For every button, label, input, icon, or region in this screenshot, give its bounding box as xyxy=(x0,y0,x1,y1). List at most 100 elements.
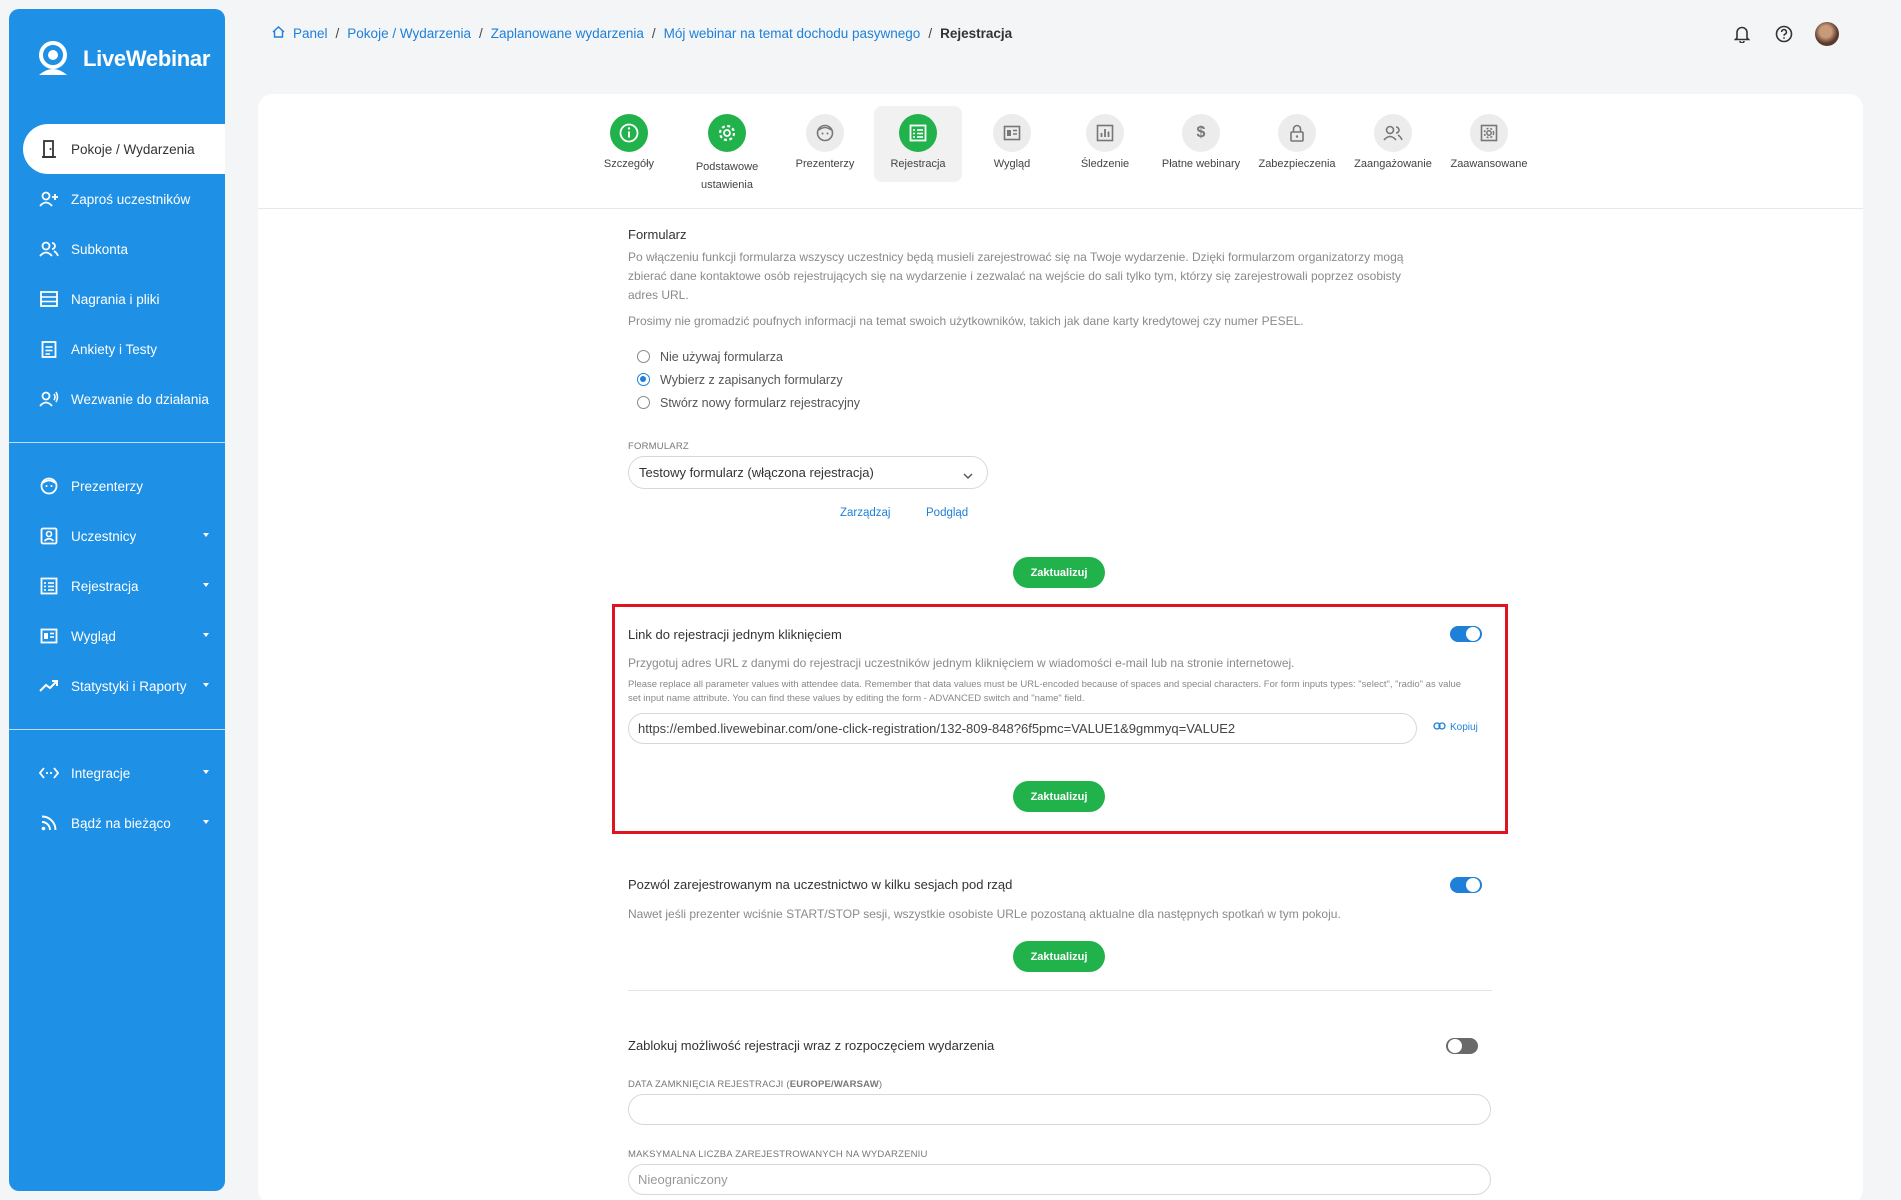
radio-saved-form[interactable]: Wybierz z zapisanych formularzy xyxy=(628,368,1494,391)
form-select[interactable]: Testowy formularz (włączona rejestracja) xyxy=(628,456,988,489)
tab-label: Rejestracja xyxy=(890,158,946,170)
tab-advanced[interactable]: Zaawansowane xyxy=(1443,106,1535,182)
block-toggle[interactable] xyxy=(1446,1038,1478,1054)
sidebar-item-label: Ankiety i Testy xyxy=(71,341,158,357)
sidebar-item-registration[interactable]: Rejestracja xyxy=(9,561,225,611)
registration-icon xyxy=(899,114,937,152)
oneclick-url-input[interactable]: https://embed.livewebinar.com/one-click-… xyxy=(628,713,1417,744)
breadcrumb: Panel / Pokoje / Wydarzenia / Zaplanowan… xyxy=(272,26,1012,41)
close-date-label-suffix: ) xyxy=(878,1079,883,1090)
sidebar-item-label: Bądź na bieżąco xyxy=(71,815,171,831)
chevron-down-icon xyxy=(203,683,209,687)
url-value: https://embed.livewebinar.com/one-click-… xyxy=(638,721,1236,736)
link-icon xyxy=(1433,722,1446,733)
bar-chart-icon xyxy=(1086,114,1124,152)
close-date-label: DATA ZAMKNIĘCIA REJESTRACJI (EUROPE/WARS… xyxy=(628,1079,882,1090)
max-registrants-label: MAKSYMALNA LICZBA ZAREJESTROWANYCH NA WY… xyxy=(628,1149,928,1160)
close-date-input[interactable] xyxy=(628,1094,1491,1125)
sidebar-item-invite[interactable]: Zaproś uczestników xyxy=(9,174,225,224)
radio-label: Stwórz nowy formularz rejestracyjny xyxy=(660,395,861,410)
sidebar-item-label: Uczestnicy xyxy=(71,528,137,544)
sidebar-item-label: Integracje xyxy=(71,765,131,781)
breadcrumb-item[interactable]: Zaplanowane wydarzenia xyxy=(491,26,644,41)
sidebar-item-presenters[interactable]: Prezenterzy xyxy=(9,461,225,511)
max-registrants-placeholder: Nieograniczony xyxy=(638,1172,728,1187)
sidebar-divider xyxy=(9,729,225,730)
avatar[interactable] xyxy=(1815,22,1839,46)
close-date-label-text: DATA ZAMKNIĘCIA REJESTRACJI ( xyxy=(628,1079,790,1090)
manage-form-link[interactable]: Zarządzaj xyxy=(840,507,891,519)
sidebar-item-subaccounts[interactable]: Subkonta xyxy=(9,224,225,274)
update-sessions-button[interactable]: Zaktualizuj xyxy=(1013,941,1105,972)
tab-label: Zabezpieczenia xyxy=(1258,158,1336,170)
sidebar-item-integrations[interactable]: Integracje xyxy=(9,748,225,798)
sidebar-item-label: Nagrania i pliki xyxy=(71,291,160,307)
settings-box-icon xyxy=(1470,114,1508,152)
section-divider xyxy=(628,990,1492,991)
tab-details[interactable]: Szczegóły xyxy=(583,106,675,182)
copy-url-button[interactable]: Kopiuj xyxy=(1433,722,1478,733)
sidebar-item-rooms[interactable]: Pokoje / Wydarzenia xyxy=(23,124,225,174)
chevron-down-icon xyxy=(203,820,209,824)
sidebar-item-stay-updated[interactable]: Bądź na bieżąco xyxy=(9,798,225,848)
radio-label: Wybierz z zapisanych formularzy xyxy=(660,372,843,387)
sidebar-item-recordings[interactable]: Nagrania i pliki xyxy=(9,274,225,324)
update-oneclick-button[interactable]: Zaktualizuj xyxy=(1013,781,1105,812)
tab-basic-settings[interactable]: Podstawowe ustawienia xyxy=(681,106,773,191)
breadcrumb-separator: / xyxy=(651,26,656,41)
chevron-down-icon xyxy=(963,468,973,483)
breadcrumb-item[interactable]: Panel xyxy=(293,26,328,41)
sidebar-item-appearance[interactable]: Wygląd xyxy=(9,611,225,661)
radio-button-selected[interactable] xyxy=(637,373,650,386)
gear-icon xyxy=(708,114,746,152)
rss-icon xyxy=(39,813,59,833)
presenter-icon xyxy=(806,114,844,152)
block-title: Zablokuj możliwość rejestracji wraz z ro… xyxy=(628,1038,995,1053)
tab-engagement[interactable]: Zaangażowanie xyxy=(1347,106,1439,182)
chart-line-icon xyxy=(39,676,59,696)
radio-button[interactable] xyxy=(637,350,650,363)
breadcrumb-separator: / xyxy=(479,26,483,41)
form-select-value: Testowy formularz (włączona rejestracja) xyxy=(639,465,874,480)
chevron-down-icon xyxy=(203,583,209,587)
sidebar-item-surveys[interactable]: Ankiety i Testy xyxy=(9,324,225,374)
toggle-knob xyxy=(1466,878,1480,892)
home-icon[interactable] xyxy=(272,26,285,41)
help-icon[interactable] xyxy=(1773,23,1795,45)
tab-tracking[interactable]: Śledzenie xyxy=(1059,106,1151,182)
door-icon xyxy=(39,139,59,159)
user-plus-icon xyxy=(39,189,59,209)
update-form-button[interactable]: Zaktualizuj xyxy=(1013,557,1105,588)
tab-registration[interactable]: Rejestracja xyxy=(874,106,962,182)
attendees-icon xyxy=(39,526,59,546)
tab-paid-webinars[interactable]: $ Płatne webinary xyxy=(1155,106,1247,182)
radio-no-form[interactable]: Nie używaj formularza xyxy=(628,345,1494,368)
sidebar-item-attendees[interactable]: Uczestnicy xyxy=(9,511,225,561)
oneclick-description: Przygotuj adres URL z danymi do rejestra… xyxy=(628,656,1295,670)
sessions-toggle[interactable] xyxy=(1450,877,1482,893)
breadcrumb-item[interactable]: Mój webinar na temat dochodu pasywnego xyxy=(664,26,921,41)
sessions-title: Pozwól zarejestrowanym na uczestnictwo w… xyxy=(628,877,1013,892)
logo[interactable]: LiveWebinar xyxy=(9,9,225,109)
layout-icon xyxy=(39,626,59,646)
sidebar-item-label: Zaproś uczestników xyxy=(71,191,191,207)
tab-presenters[interactable]: Prezenterzy xyxy=(779,106,871,182)
radio-button[interactable] xyxy=(637,396,650,409)
oneclick-toggle[interactable] xyxy=(1450,626,1482,642)
lock-icon xyxy=(1278,114,1316,152)
sidebar-divider xyxy=(9,442,225,443)
sidebar-item-statistics[interactable]: Statystyki i Raporty xyxy=(9,661,225,711)
tab-appearance[interactable]: Wygląd xyxy=(966,106,1058,182)
radio-new-form[interactable]: Stwórz nowy formularz rejestracyjny xyxy=(628,391,1494,414)
max-registrants-input[interactable]: Nieograniczony xyxy=(628,1164,1491,1195)
tab-security[interactable]: Zabezpieczenia xyxy=(1251,106,1343,182)
users-icon xyxy=(1374,114,1412,152)
section-note: Prosimy nie gromadzić poufnych informacj… xyxy=(628,314,1304,328)
tab-label: Śledzenie xyxy=(1080,158,1130,170)
sidebar-item-label: Prezenterzy xyxy=(71,478,144,494)
timezone-label: EUROPE/WARSAW xyxy=(789,1079,879,1090)
sidebar-item-call-to-action[interactable]: Wezwanie do działania xyxy=(9,374,225,424)
breadcrumb-item[interactable]: Pokoje / Wydarzenia xyxy=(347,26,471,41)
bell-icon[interactable] xyxy=(1731,23,1753,45)
preview-form-link[interactable]: Podgląd xyxy=(926,507,968,519)
